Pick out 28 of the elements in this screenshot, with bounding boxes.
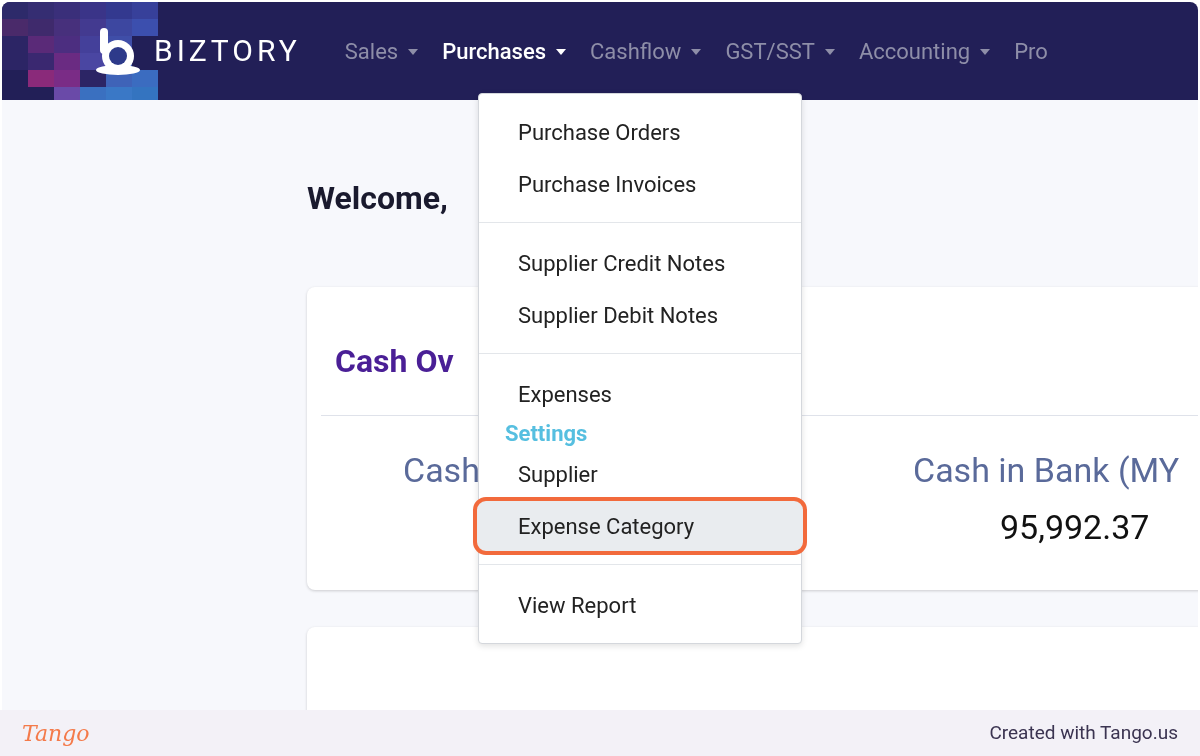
caret-icon [824, 49, 835, 55]
welcome-heading: Welcome, [307, 178, 448, 219]
caret-icon [556, 49, 567, 55]
brand-name: BIZTORY [154, 36, 301, 66]
caret-icon [980, 49, 991, 55]
nav-menu-item[interactable]: Cashflow [590, 34, 702, 68]
caret-icon [408, 49, 419, 55]
stat-label: Cash [403, 449, 480, 492]
menu-item[interactable]: Supplier [479, 448, 801, 500]
menu-item[interactable]: Expenses [479, 368, 801, 420]
card-title: Cash Ov [335, 342, 454, 380]
nav-menu-item[interactable]: Sales [344, 34, 419, 68]
menu-section-heading: Settings [504, 420, 589, 448]
menu-item[interactable]: Supplier Debit Notes [479, 289, 801, 341]
nav-menu-item[interactable]: Purchases [442, 34, 567, 68]
nav-menu-item[interactable]: Pro [1014, 34, 1048, 68]
menu-item[interactable]: Expense Category [476, 500, 804, 552]
nav-menu-item[interactable]: GST/SST [725, 34, 835, 68]
tango-logo: Tango [22, 719, 90, 748]
menu-item[interactable]: Purchase Orders [479, 106, 801, 158]
menu-item[interactable]: Purchase Invoices [479, 158, 801, 210]
nav-menu-item[interactable]: Accounting [858, 34, 991, 68]
stat-label: Cash in Bank (MY [913, 449, 1180, 492]
stat-value: 95,992.37 [1000, 506, 1150, 549]
menu-item[interactable]: View Report [479, 579, 801, 631]
caret-icon [691, 49, 702, 55]
menu-item[interactable]: Supplier Credit Notes [479, 237, 801, 289]
credit-text: Created with Tango.us [989, 719, 1178, 746]
